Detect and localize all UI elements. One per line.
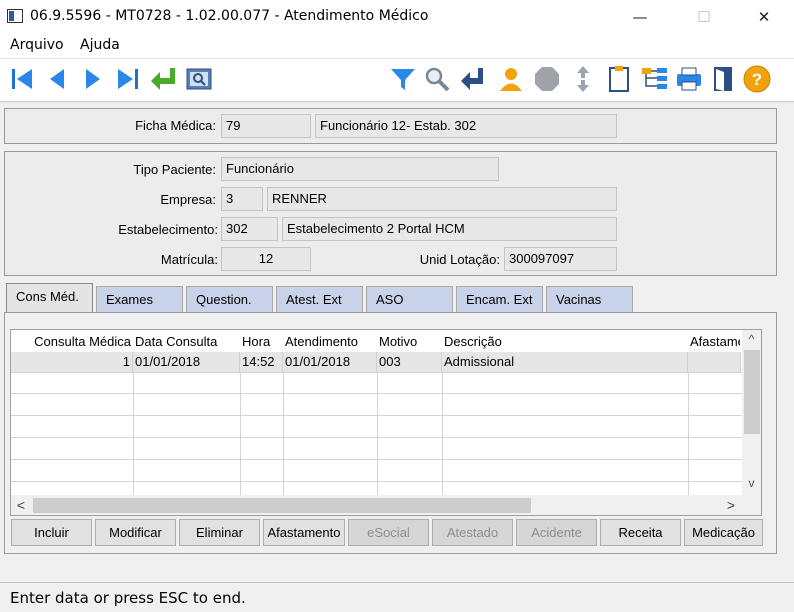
tab-encam-ext[interactable]: Encam. Ext <box>456 286 543 312</box>
tab-aso[interactable]: ASO <box>366 286 453 312</box>
exit-door-icon[interactable] <box>708 64 738 94</box>
scroll-up-icon[interactable]: ^ <box>742 332 761 350</box>
tab-exames[interactable]: Exames <box>96 286 183 312</box>
hierarchy-icon[interactable] <box>640 64 670 94</box>
first-record-icon[interactable] <box>8 64 38 94</box>
empresa-label: Empresa: <box>160 192 216 207</box>
return-icon[interactable] <box>148 64 178 94</box>
zoom-search-icon[interactable] <box>184 64 214 94</box>
empresa-code-field[interactable]: 3 <box>221 187 263 211</box>
scroll-right-icon[interactable]: > <box>723 497 739 513</box>
ficha-medica-description: Funcionário 12- Estab. 302 <box>315 114 617 138</box>
afastamento-button[interactable]: Afastamento <box>263 519 345 546</box>
next-record-icon[interactable] <box>78 64 108 94</box>
toolbar: ? <box>0 58 794 102</box>
ficha-medica-label: Ficha Médica: <box>135 118 216 133</box>
search-icon[interactable] <box>422 64 452 94</box>
help-icon[interactable]: ? <box>742 64 772 94</box>
go-to-icon[interactable] <box>458 64 488 94</box>
tab-question[interactable]: Question. <box>186 286 273 312</box>
last-record-icon[interactable] <box>112 64 142 94</box>
maximize-button[interactable]: ☐ <box>681 0 727 34</box>
tipo-paciente-field[interactable]: Funcionário <box>221 157 499 181</box>
window-title: 06.9.5596 - MT0728 - 1.02.00.077 - Atend… <box>30 8 429 24</box>
print-icon[interactable] <box>674 64 704 94</box>
estabelecimento-label: Estabelecimento: <box>118 222 218 237</box>
menu-bar: Arquivo Ajuda <box>0 34 794 58</box>
medicacao-button[interactable]: Medicação <box>684 519 763 546</box>
incluir-button[interactable]: Incluir <box>11 519 92 546</box>
horizontal-scroll-thumb[interactable] <box>33 498 531 513</box>
vertical-scroll-thumb[interactable] <box>744 350 760 434</box>
unid-lotacao-field: 300097097 <box>504 247 617 271</box>
unid-lotacao-label: Unid Lotação: <box>419 252 500 267</box>
tab-vacinas[interactable]: Vacinas <box>546 286 633 312</box>
eliminar-button[interactable]: Eliminar <box>179 519 260 546</box>
receita-button[interactable]: Receita <box>600 519 681 546</box>
acidente-button[interactable]: Acidente <box>516 519 597 546</box>
close-button[interactable]: ✕ <box>741 0 787 34</box>
estabelecimento-name-field: Estabelecimento 2 Portal HCM <box>282 217 617 241</box>
clipboard-icon[interactable] <box>604 64 634 94</box>
esocial-button[interactable]: eSocial <box>348 519 429 546</box>
status-bar: Enter data or press ESC to end. <box>0 582 794 612</box>
stop-icon[interactable] <box>532 64 562 94</box>
filter-icon[interactable] <box>388 64 418 94</box>
ficha-medica-field[interactable]: 79 <box>221 114 311 138</box>
scroll-down-icon[interactable]: v <box>742 476 761 494</box>
scroll-left-icon[interactable]: < <box>13 497 29 513</box>
tipo-paciente-label: Tipo Paciente: <box>133 162 216 177</box>
minimize-button[interactable]: — <box>617 0 663 34</box>
empresa-name-field: RENNER <box>267 187 617 211</box>
matricula-label: Matrícula: <box>160 252 218 267</box>
atestado-button[interactable]: Atestado <box>432 519 513 546</box>
tab-atest-ext[interactable]: Atest. Ext <box>276 286 363 312</box>
matricula-field[interactable]: 12 <box>221 247 311 271</box>
consultas-table: Consulta Médica Data Consulta Hora Atend… <box>10 329 762 516</box>
menu-ajuda[interactable]: Ajuda <box>80 37 120 53</box>
table-grid-lines <box>11 372 742 495</box>
modificar-button[interactable]: Modificar <box>95 519 176 546</box>
title-bar: 06.9.5596 - MT0728 - 1.02.00.077 - Atend… <box>0 0 794 34</box>
menu-arquivo[interactable]: Arquivo <box>10 37 64 53</box>
status-message: Enter data or press ESC to end. <box>10 589 246 607</box>
sort-icon[interactable] <box>568 64 598 94</box>
tab-cons-med[interactable]: Cons Méd. <box>6 283 93 313</box>
app-icon <box>7 9 23 23</box>
prev-record-icon[interactable] <box>42 64 72 94</box>
estabelecimento-code-field[interactable]: 302 <box>221 217 278 241</box>
svg-text:?: ? <box>752 70 762 89</box>
user-icon[interactable] <box>496 64 526 94</box>
